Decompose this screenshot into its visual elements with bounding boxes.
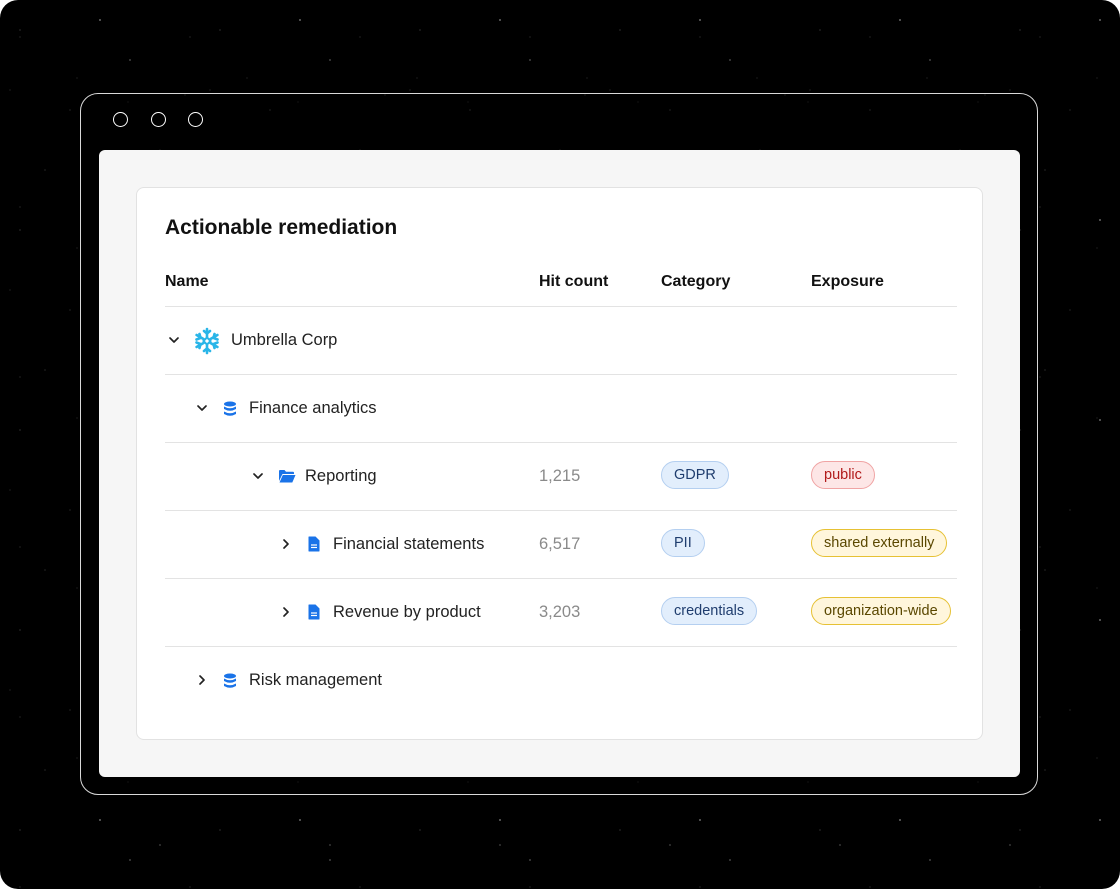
tree-row-umbrella-corp[interactable]: Umbrella Corp (165, 306, 957, 374)
background-frame: Actionable remediation Name Hit count Ca… (0, 0, 1120, 889)
window-maximize-dot[interactable] (188, 112, 203, 127)
tree-row-risk-management[interactable]: Risk management (165, 646, 957, 714)
chevron-down-icon[interactable] (195, 401, 209, 415)
category-badge: PII (661, 529, 705, 557)
tree-row-reporting[interactable]: Reporting 1,215 GDPR public (165, 442, 957, 510)
database-icon (224, 401, 236, 416)
tree-row-label[interactable]: Risk management (249, 671, 382, 690)
column-header-hit-count[interactable]: Hit count (539, 273, 608, 291)
tree-row-label[interactable]: Revenue by product (333, 603, 481, 622)
snowflake-icon (195, 327, 219, 355)
tree-row-label[interactable]: Financial statements (333, 535, 484, 554)
window-minimize-dot[interactable] (151, 112, 166, 127)
chevron-right-icon[interactable] (279, 605, 293, 619)
database-icon (224, 673, 236, 688)
hit-count-value: 3,203 (539, 603, 581, 621)
tree-row-finance-analytics[interactable]: Finance analytics (165, 374, 957, 442)
column-header-category[interactable]: Category (661, 273, 730, 291)
tree-row-revenue-by-product[interactable]: Revenue by product 3,203 credentials org… (165, 578, 957, 646)
document-icon (308, 604, 320, 620)
tree-row-label[interactable]: Umbrella Corp (231, 331, 337, 350)
tree-row-financial-statements[interactable]: Financial statements 6,517 PII shared ex… (165, 510, 957, 578)
exposure-badge: organization-wide (811, 597, 951, 625)
column-header-exposure[interactable]: Exposure (811, 273, 884, 291)
tree-row-label[interactable]: Reporting (305, 467, 377, 486)
hit-count-value: 1,215 (539, 467, 581, 485)
chevron-right-icon[interactable] (195, 673, 209, 687)
chevron-down-icon[interactable] (251, 469, 265, 483)
window-close-dot[interactable] (113, 112, 128, 127)
hit-count-value: 6,517 (539, 535, 581, 553)
chevron-down-icon[interactable] (167, 333, 181, 347)
document-icon (308, 536, 320, 552)
exposure-badge: public (811, 461, 875, 489)
tree-row-label[interactable]: Finance analytics (249, 399, 376, 418)
remediation-card: Actionable remediation Name Hit count Ca… (136, 187, 983, 740)
category-badge: credentials (661, 597, 758, 625)
folder-open-icon (279, 470, 296, 483)
category-badge: GDPR (661, 461, 729, 489)
card-title: Actionable remediation (165, 216, 398, 239)
exposure-badge: shared externally (811, 529, 948, 557)
column-header-name[interactable]: Name (165, 273, 209, 291)
content-panel: Actionable remediation Name Hit count Ca… (99, 150, 1020, 777)
chevron-right-icon[interactable] (279, 537, 293, 551)
